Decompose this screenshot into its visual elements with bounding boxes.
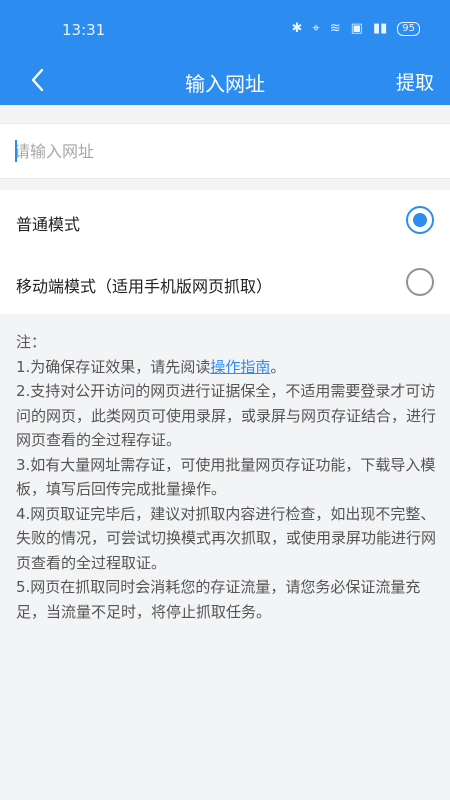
bluetooth-icon: ✱ <box>291 21 303 36</box>
text-cursor <box>15 140 17 162</box>
status-icons: ✱ ⌖ ≋ ▣ ▮▮ 95 <box>292 21 420 36</box>
status-bar: 13:31 ✱ ⌖ ≋ ▣ ▮▮ 95 <box>0 0 450 58</box>
notes-section: 注： 1.为确保存证效果，请先阅读操作指南。 2.支持对公开访问的网页进行证据保… <box>16 330 436 624</box>
guide-link[interactable]: 操作指南 <box>210 358 270 376</box>
radio-mobile[interactable] <box>406 268 434 296</box>
battery-indicator: 95 <box>397 21 420 36</box>
url-input[interactable] <box>12 134 436 168</box>
radio-normal[interactable] <box>406 206 434 234</box>
note-item-2: 2.支持对公开访问的网页进行证据保全，不适用需要登录才可访问的网页，此类网页可使… <box>16 382 437 449</box>
status-time: 13:31 <box>62 21 106 39</box>
url-input-container <box>0 123 450 179</box>
note-item-1: 1.为确保存证效果，请先阅读操作指南。 <box>16 355 436 380</box>
note-item-5: 5.网页在抓取同时会消耗您的存证流量，请您务必保证流量充足，当流量不足时，将停止… <box>16 578 421 621</box>
mode-label-mobile: 移动端模式（适用手机版网页抓取） <box>16 277 273 296</box>
app-bar: 输入网址 提取 <box>0 58 450 105</box>
page-title: 输入网址 <box>185 72 265 96</box>
note-item-1-text: 1.为确保存证效果，请先阅读 <box>16 357 211 376</box>
mode-option-normal[interactable]: 普通模式 <box>0 190 450 252</box>
extract-button[interactable]: 提取 <box>396 68 434 95</box>
note-item-1-suffix: 。 <box>270 357 286 376</box>
hd-icon: ▣ <box>350 21 363 36</box>
note-item-3: 3.如有大量网址需存证，可使用批量网页存证功能，下载导入模板，填写后回传完成批量… <box>16 455 436 499</box>
wifi-icon: ≋ <box>329 21 341 36</box>
mode-option-mobile[interactable]: 移动端模式（适用手机版网页抓取） <box>0 252 450 314</box>
mode-selector: 普通模式 移动端模式（适用手机版网页抓取） <box>0 190 450 314</box>
notes-heading: 注： <box>16 333 47 351</box>
note-item-4: 4.网页取证完毕后，建议对抓取内容进行检查，如出现不完整、失败的情况，可尝试切换… <box>16 504 437 572</box>
location-icon: ⌖ <box>312 21 320 36</box>
mode-label-normal: 普通模式 <box>16 215 81 234</box>
signal-icon: ▮▮ <box>372 21 388 36</box>
